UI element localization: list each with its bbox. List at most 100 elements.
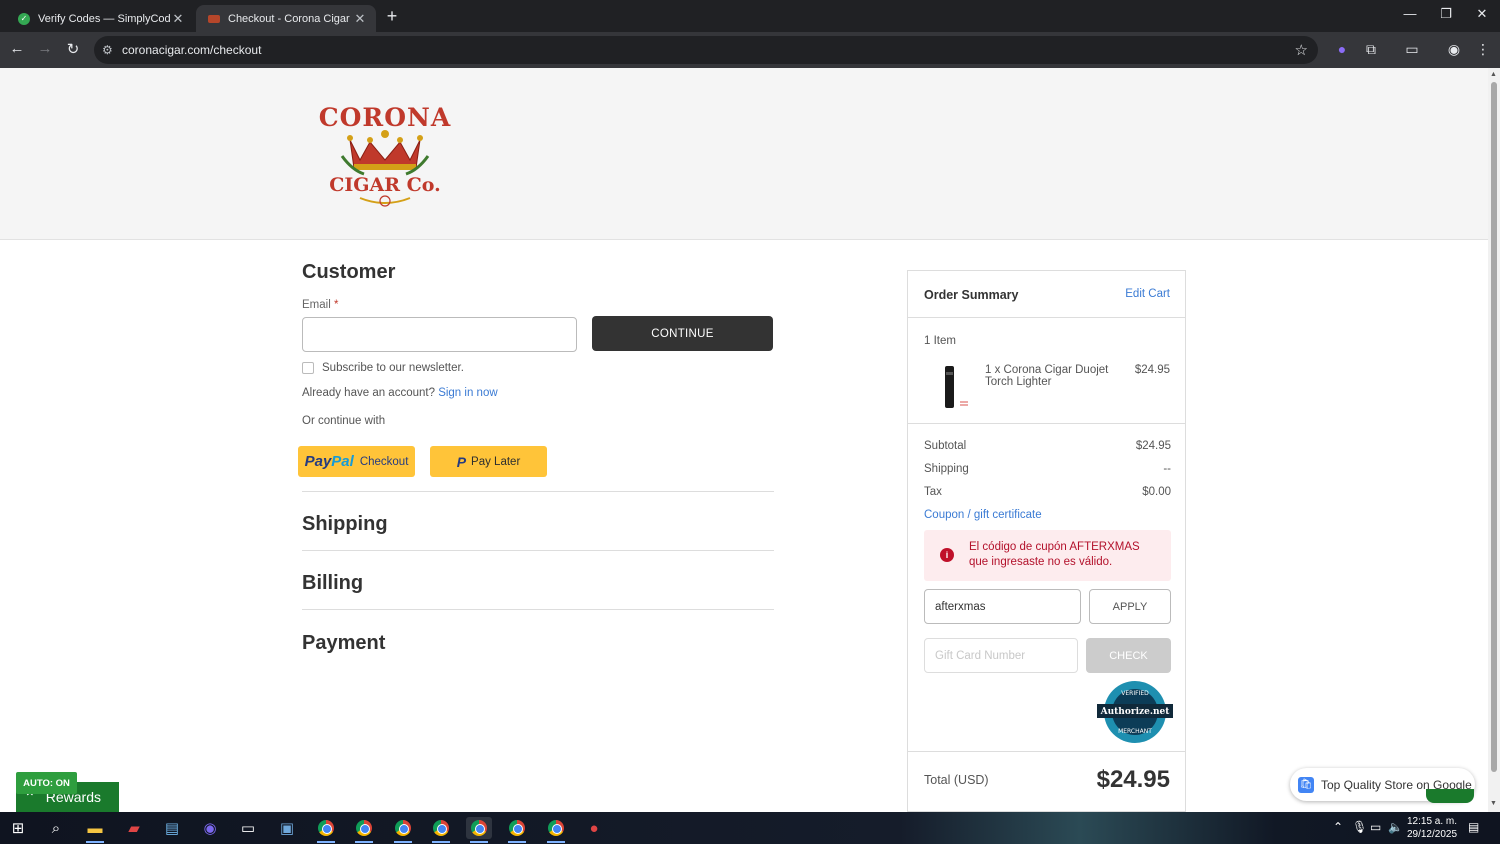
volume-icon[interactable]: 🔈 [1388, 820, 1403, 834]
subtotal-value: $24.95 [1135, 440, 1171, 452]
file-explorer-icon[interactable]: ▬ [82, 817, 108, 843]
checkout-page: CORONA CIGAR Co. Customer Email * CONTIN… [0, 68, 1488, 812]
auto-on-badge[interactable]: AUTO: ON [16, 772, 77, 794]
back-icon[interactable]: ← [7, 40, 27, 57]
app-icon[interactable]: ▰ [121, 817, 147, 839]
edit-cart-link[interactable]: Edit Cart [1125, 288, 1170, 300]
tab-simplycodes[interactable]: ✓ Verify Codes — SimplyCodes ✕ [6, 5, 194, 32]
shipping-value: -- [1163, 463, 1171, 475]
app-icon[interactable]: ● [581, 817, 607, 839]
corona-cigar-logo[interactable]: CORONA CIGAR Co. [312, 98, 458, 210]
item-count: 1 Item [924, 335, 956, 347]
continue-button[interactable]: CONTINUE [592, 316, 773, 351]
close-tab-icon[interactable]: ✕ [170, 11, 186, 27]
close-window-icon[interactable]: ✕ [1472, 6, 1492, 22]
extensions-puzzle-icon[interactable]: ⧉ [1361, 41, 1381, 58]
section-divider [302, 491, 774, 492]
profile-icon[interactable]: ◉ [1444, 41, 1464, 58]
newsletter-checkbox[interactable] [302, 362, 314, 374]
tray-chevron-icon[interactable]: ⌃ [1333, 820, 1343, 834]
summary-divider [908, 751, 1185, 752]
gift-card-input[interactable]: Gift Card Number [924, 638, 1078, 673]
svg-text:MERCHANT: MERCHANT [1118, 728, 1152, 735]
menu-icon[interactable]: ⋮ [1473, 41, 1493, 58]
section-divider [302, 550, 774, 551]
coupon-gift-link[interactable]: Coupon / gift certificate [924, 509, 1042, 521]
close-tab-icon[interactable]: ✕ [352, 11, 368, 27]
start-icon[interactable]: ⊞ [5, 817, 31, 839]
subtotal-label: Subtotal [924, 440, 967, 452]
shipping-row: Shipping -- [924, 463, 1171, 475]
page-scrollbar[interactable]: ▲ ▼ [1488, 68, 1500, 812]
paypal-pay-later-button[interactable]: P Pay Later [430, 446, 547, 477]
svg-text:VERIFIED: VERIFIED [1121, 690, 1149, 697]
scroll-down-icon[interactable]: ▼ [1490, 800, 1497, 807]
restore-icon[interactable]: ❐ [1436, 6, 1456, 22]
app-icon[interactable]: ▣ [274, 817, 300, 839]
chrome-icon[interactable] [504, 817, 530, 843]
reload-icon[interactable]: ↻ [63, 40, 83, 58]
chat-widget-tab[interactable] [1426, 789, 1474, 803]
paypal-p-icon: P [456, 453, 467, 470]
shipping-heading[interactable]: Shipping [302, 513, 388, 536]
chrome-icon-active[interactable] [466, 817, 492, 843]
notifications-icon[interactable]: ▤ [1468, 820, 1479, 834]
tax-value: $0.00 [1142, 486, 1171, 498]
svg-text:CORONA: CORONA [319, 103, 451, 132]
chrome-icon[interactable] [428, 817, 454, 843]
product-image [945, 366, 968, 408]
check-gift-card-button[interactable]: CHECK [1086, 638, 1171, 673]
chrome-icon[interactable] [390, 817, 416, 843]
clock-time: 12:15 a. m. [1406, 816, 1458, 827]
windows-taskbar: ⊞ ⌕ ▬ ▰ ▤ ◉ ▭ ▣ ● ⌃ 🎙 ▭ 🔈 12:15 a. m. 29… [0, 812, 1500, 844]
site-info-icon[interactable]: ⚙ [102, 43, 113, 57]
email-field[interactable] [302, 317, 577, 352]
microphone-icon[interactable]: 🎙 [1352, 820, 1367, 834]
url-text[interactable]: coronacigar.com/checkout [122, 43, 261, 57]
subtotal-row: Subtotal $24.95 [924, 440, 1171, 452]
system-clock[interactable]: 12:15 a. m. 29/12/2025 [1404, 815, 1460, 841]
newsletter-option[interactable]: Subscribe to our newsletter. [302, 362, 464, 374]
chrome-icon[interactable] [351, 817, 377, 843]
clock-date: 29/12/2025 [1406, 829, 1458, 840]
tab-title: Checkout - Corona Cigar Co. [228, 12, 352, 25]
coupon-error-alert: i El código de cupón AFTERXMAS que ingre… [924, 530, 1171, 581]
network-icon[interactable]: ▭ [1370, 820, 1381, 834]
summary-divider [908, 423, 1185, 424]
minimize-icon[interactable]: — [1400, 6, 1420, 21]
or-continue-text: Or continue with [302, 415, 386, 427]
chrome-icon[interactable] [313, 817, 339, 843]
summary-divider [908, 317, 1185, 318]
scroll-up-icon[interactable]: ▲ [1490, 71, 1497, 78]
extension-icon[interactable]: ● [1332, 41, 1352, 57]
address-bar[interactable]: ⚙ coronacigar.com/checkout ☆ [94, 36, 1318, 64]
order-summary: Order Summary Edit Cart 1 Item 1 x Coron… [907, 270, 1186, 812]
tab-checkout[interactable]: Checkout - Corona Cigar Co. ✕ [196, 5, 376, 32]
bookmark-star-icon[interactable]: ☆ [1295, 41, 1308, 59]
app-icon[interactable]: ◉ [197, 817, 223, 839]
search-icon[interactable]: ⌕ [43, 817, 69, 839]
total-value: $24.95 [1096, 766, 1170, 793]
customer-heading: Customer [302, 261, 396, 283]
terminal-icon[interactable]: ▭ [235, 817, 261, 839]
forward-icon[interactable]: → [35, 40, 55, 57]
account-prompt: Already have an account? Sign in now [302, 387, 498, 399]
browser-tab-strip: ✓ Verify Codes — SimplyCodes ✕ Checkout … [0, 0, 1500, 32]
media-icon[interactable]: ▭ [1402, 41, 1422, 58]
tax-label: Tax [924, 486, 942, 498]
app-icon[interactable]: ▤ [159, 817, 185, 839]
chrome-icon[interactable] [543, 817, 569, 843]
billing-heading[interactable]: Billing [302, 572, 363, 595]
payment-heading[interactable]: Payment [302, 632, 385, 655]
svg-text:Authorize.net: Authorize.net [1100, 707, 1171, 717]
new-tab-button[interactable]: + [384, 6, 400, 27]
paypal-checkout-button[interactable]: PayPal Checkout [298, 446, 415, 477]
scrollbar-thumb[interactable] [1491, 82, 1497, 772]
sign-in-link[interactable]: Sign in now [438, 387, 497, 399]
simplycodes-favicon-icon: ✓ [18, 12, 30, 25]
coupon-error-message: El código de cupón AFTERXMAS que ingresa… [969, 541, 1140, 568]
apply-coupon-button[interactable]: APPLY [1089, 589, 1171, 624]
coupon-code-input[interactable]: afterxmas [924, 589, 1081, 624]
site-header: CORONA CIGAR Co. [0, 68, 1488, 240]
authorize-net-seal[interactable]: Authorize.net VERIFIED MERCHANT [1097, 679, 1173, 745]
